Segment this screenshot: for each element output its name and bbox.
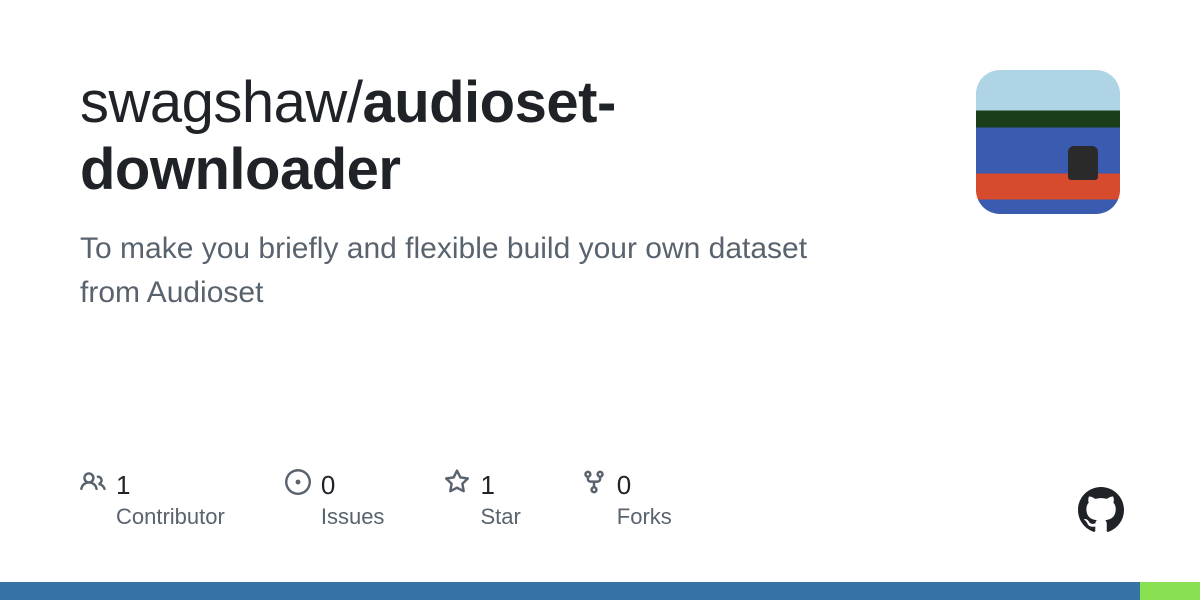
language-segment [1140, 582, 1200, 600]
people-icon [80, 469, 106, 502]
contributors-label: Contributor [116, 504, 225, 530]
forks-count: 0 [617, 470, 631, 501]
issues-label: Issues [321, 504, 385, 530]
stars-count: 1 [480, 470, 494, 501]
repo-name-bold: audioset [362, 70, 597, 135]
repo-title: swagshaw/audioset-downloader [80, 70, 936, 203]
github-logo-icon [1078, 487, 1124, 538]
language-segment [0, 582, 1140, 600]
contributors-count: 1 [116, 470, 130, 501]
fork-icon [581, 469, 607, 502]
issues-count: 0 [321, 470, 335, 501]
stat-issues: 0 Issues [285, 469, 385, 530]
stat-stars: 1 Star [444, 469, 520, 530]
repo-description: To make you briefly and flexible build y… [80, 227, 820, 314]
avatar [976, 70, 1120, 214]
issue-icon [285, 469, 311, 502]
stats-row: 1 Contributor 0 Issues 1 Star 0 Forks [80, 469, 672, 530]
forks-label: Forks [617, 504, 672, 530]
stars-label: Star [480, 504, 520, 530]
slash: / [347, 70, 363, 135]
stat-contributors: 1 Contributor [80, 469, 225, 530]
star-icon [444, 469, 470, 502]
repo-owner: swagshaw [80, 70, 347, 135]
stat-forks: 0 Forks [581, 469, 672, 530]
language-bar [0, 582, 1200, 600]
